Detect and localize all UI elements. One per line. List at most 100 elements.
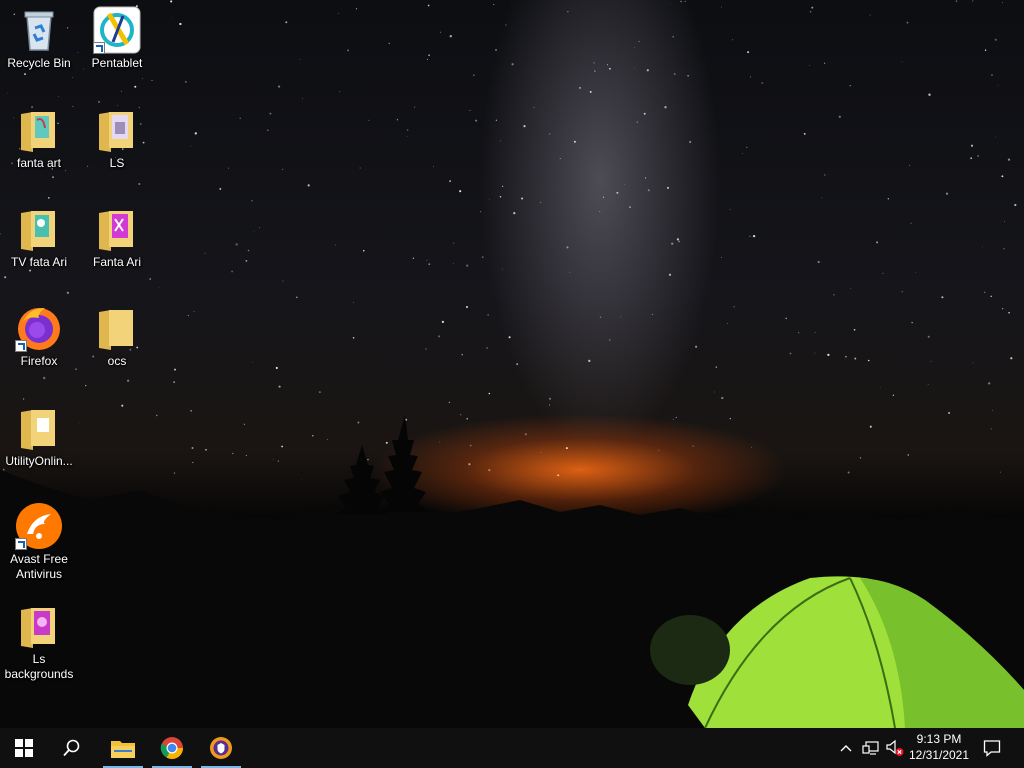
- star: [892, 394, 895, 396]
- desktop-icon-label: Ls backgrounds: [4, 652, 74, 681]
- star: [910, 222, 912, 224]
- star: [4, 276, 7, 279]
- star: [803, 133, 806, 135]
- star: [729, 209, 731, 211]
- star: [501, 185, 504, 188]
- star: [495, 119, 498, 121]
- desktop-icon-label: Recycle Bin: [7, 56, 71, 70]
- star: [267, 129, 269, 131]
- star: [721, 257, 722, 258]
- star: [721, 396, 724, 400]
- star: [733, 306, 735, 308]
- star: [281, 445, 283, 448]
- star: [23, 398, 25, 400]
- star: [97, 100, 101, 103]
- star: [505, 24, 507, 26]
- star: [469, 444, 472, 447]
- star: [149, 278, 151, 280]
- star: [521, 197, 524, 200]
- search-button[interactable]: [48, 728, 96, 768]
- star: [367, 458, 369, 461]
- desktop-icon-fanta-ari[interactable]: Fanta Ari: [78, 205, 156, 270]
- desktop-icon-label: Fanta Ari: [92, 255, 142, 269]
- star: [984, 49, 987, 52]
- network-button[interactable]: [860, 728, 882, 768]
- star: [569, 271, 571, 273]
- star: [1001, 175, 1004, 178]
- star: [634, 68, 635, 69]
- star: [184, 80, 187, 83]
- clock-date: 12/31/2021: [908, 748, 970, 762]
- star: [1003, 248, 1005, 250]
- star: [1002, 2, 1003, 3]
- show-hidden-icons-button[interactable]: [836, 728, 856, 768]
- folder-icon: [93, 205, 141, 253]
- star: [557, 474, 560, 477]
- desktop-icon-recycle-bin[interactable]: Recycle Bin: [0, 6, 78, 71]
- folder-icon: [93, 304, 141, 352]
- star: [549, 133, 551, 135]
- star: [928, 93, 931, 96]
- start-button[interactable]: [0, 728, 48, 768]
- desktop-icon-avast[interactable]: Avast Free Antivirus: [0, 502, 78, 582]
- star: [252, 361, 254, 363]
- desktop-icon-firefox[interactable]: Firefox: [0, 304, 78, 369]
- star: [678, 240, 680, 243]
- star: [869, 425, 872, 428]
- star: [809, 11, 812, 13]
- star: [488, 392, 491, 395]
- star: [579, 86, 582, 89]
- star: [156, 414, 158, 417]
- desktop-icon-label: ocs: [107, 354, 127, 368]
- star: [138, 182, 141, 186]
- star: [977, 155, 979, 157]
- star: [499, 196, 502, 198]
- desktop-icon-utilityonline[interactable]: UtilityOnlin...: [0, 404, 78, 469]
- star: [911, 321, 913, 324]
- action-center-button[interactable]: [980, 728, 1004, 768]
- desktop-icon-ls-backgrounds[interactable]: Ls backgrounds: [0, 602, 78, 682]
- desktop-icon-pentablet[interactable]: Pentablet: [78, 6, 156, 71]
- star: [142, 78, 144, 79]
- desktop-icon-ocs[interactable]: ocs: [78, 304, 156, 369]
- star: [752, 234, 756, 238]
- star: [204, 252, 206, 254]
- star: [814, 352, 816, 354]
- star: [285, 21, 288, 24]
- pine-tree: [336, 445, 388, 514]
- desktop-icon-fanta-art[interactable]: fanta art: [0, 106, 78, 171]
- star: [190, 410, 192, 412]
- star: [827, 353, 830, 357]
- star: [817, 260, 820, 264]
- star: [428, 263, 431, 266]
- star: [487, 314, 489, 316]
- star: [120, 90, 122, 92]
- star: [548, 397, 552, 400]
- taskbar-chrome[interactable]: [148, 728, 196, 768]
- star: [672, 419, 674, 420]
- avast-secure-browser-icon: [210, 737, 232, 759]
- star: [243, 423, 246, 426]
- desktop-icon-tv-fata-ari[interactable]: TV fata Ari: [0, 205, 78, 270]
- star: [172, 17, 174, 19]
- star: [173, 472, 176, 474]
- star: [326, 439, 328, 441]
- star: [511, 63, 514, 66]
- star: [307, 184, 310, 187]
- star: [192, 461, 194, 464]
- desktop-icon-label: fanta art: [16, 156, 62, 170]
- star: [43, 376, 46, 380]
- star: [427, 4, 430, 7]
- star: [732, 39, 734, 41]
- star: [814, 332, 816, 333]
- taskbar-avast-secure-browser[interactable]: [197, 728, 245, 768]
- star: [78, 422, 80, 424]
- star: [599, 316, 602, 318]
- star: [859, 457, 862, 459]
- star: [151, 79, 153, 81]
- system-clock[interactable]: 9:13 PM 12/31/2021: [902, 731, 976, 763]
- desktop[interactable]: Recycle Bin Pentablet fanta art LS TV fa…: [0, 0, 1024, 728]
- desktop-icon-ls[interactable]: LS: [78, 106, 156, 171]
- star: [616, 191, 619, 194]
- taskbar-file-explorer[interactable]: [99, 728, 147, 768]
